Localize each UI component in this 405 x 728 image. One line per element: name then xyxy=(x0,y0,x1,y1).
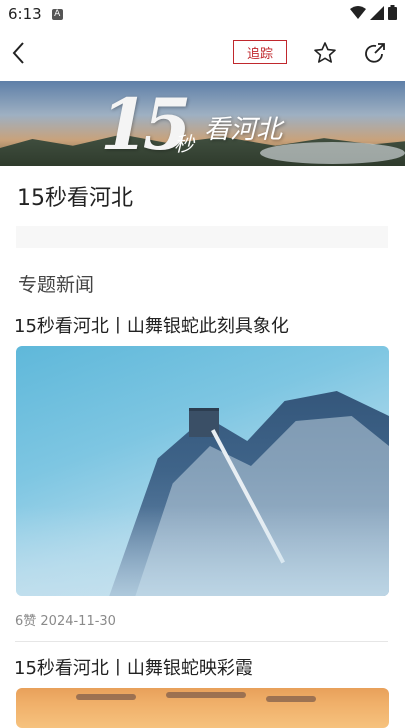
notification-icon: A xyxy=(51,8,63,20)
article-image-2[interactable] xyxy=(16,688,389,728)
section-label: 专题新闻 xyxy=(18,274,95,296)
description-box xyxy=(16,226,388,248)
star-icon[interactable] xyxy=(313,41,337,65)
article-image-1[interactable] xyxy=(16,346,389,596)
topic-banner: 15 秒 看河北 xyxy=(0,81,405,166)
article-meta-1: 6赞 2024-11-30 xyxy=(15,614,116,629)
haze xyxy=(16,506,389,596)
article-title-2[interactable]: 15秒看河北丨山舞银蛇映彩霞 xyxy=(14,654,253,680)
banner-seconds: 秒 xyxy=(174,132,194,156)
top-toolbar: 追踪 xyxy=(0,28,405,80)
cloud xyxy=(266,696,316,702)
status-time: 6:13 xyxy=(8,5,42,23)
cloud xyxy=(76,694,136,700)
banner-number: 15 xyxy=(100,83,191,166)
article-title-1[interactable]: 15秒看河北丨山舞银蛇此刻具象化 xyxy=(14,312,289,338)
page-title: 15秒看河北 xyxy=(17,186,133,211)
signal-icon xyxy=(370,5,384,20)
divider xyxy=(15,641,388,642)
track-button[interactable]: 追踪 xyxy=(233,40,287,64)
cloud xyxy=(166,692,246,698)
back-arrow-icon[interactable] xyxy=(8,40,32,66)
wifi-icon xyxy=(350,5,366,19)
share-icon[interactable] xyxy=(363,41,387,65)
status-bar: 6:13 A xyxy=(0,0,405,28)
battery-icon xyxy=(388,5,397,20)
banner-title: 看河北 xyxy=(204,115,283,145)
